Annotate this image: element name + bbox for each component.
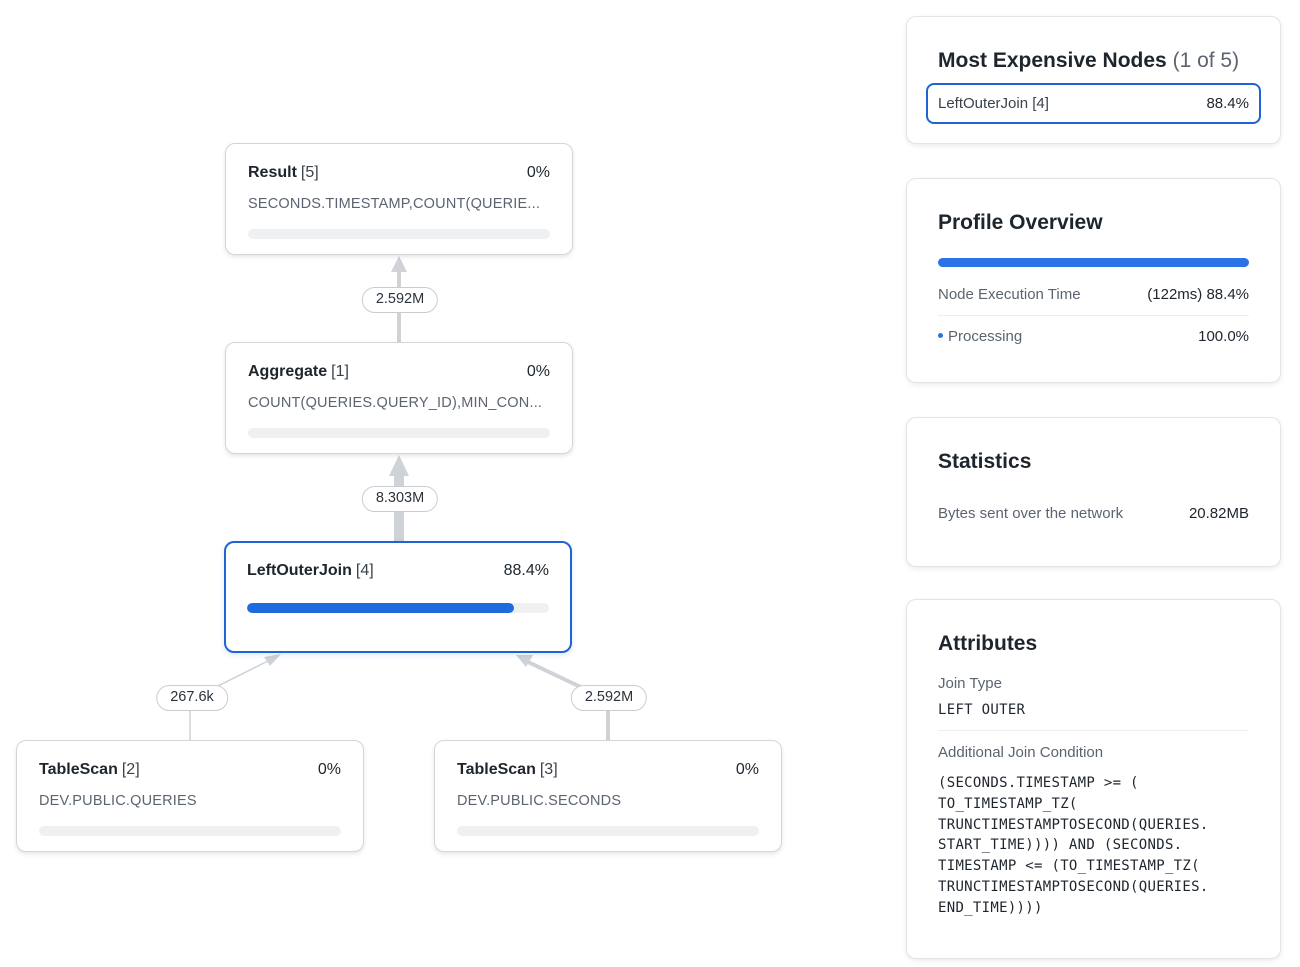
node-index: [5] xyxy=(300,164,319,181)
panel-title: Statistics xyxy=(938,450,1032,473)
join-condition-label: Additional Join Condition xyxy=(938,744,1104,761)
expensive-node-value: 88.4% xyxy=(1206,95,1249,112)
exec-value: (122ms) 88.4% xyxy=(1147,286,1249,303)
profile-overview-panel: Profile Overview Node Execution Time (12… xyxy=(906,178,1281,383)
node-header: Aggregate [1] 0% xyxy=(248,361,550,383)
processing-value: 100.0% xyxy=(1198,328,1249,345)
expensive-node-item[interactable]: LeftOuterJoin [4] 88.4% xyxy=(926,83,1261,124)
node-cost-bar xyxy=(39,826,341,836)
node-name: LeftOuterJoin xyxy=(247,562,352,579)
node-detail: DEV.PUBLIC.QUERIES xyxy=(39,793,197,809)
processing-dot-icon xyxy=(938,332,943,338)
processing-row: Processing 100.0% xyxy=(938,328,1249,345)
panel-title: Attributes xyxy=(938,632,1038,655)
exec-label: Node Execution Time xyxy=(938,286,1081,303)
expensive-count: (1 of 5) xyxy=(1172,49,1240,72)
node-tablescan-queries[interactable]: TableScan [2] 0% DEV.PUBLIC.QUERIES xyxy=(16,740,364,852)
expensive-node-label: LeftOuterJoin [4] xyxy=(938,95,1049,112)
edge-label-rows: 8.303M xyxy=(361,486,439,512)
node-percent: 0% xyxy=(317,761,341,778)
node-header: TableScan [2] 0% xyxy=(39,759,341,781)
bytes-value: 20.82MB xyxy=(1188,505,1249,522)
node-name: TableScan xyxy=(39,761,118,778)
node-percent: 88.4% xyxy=(503,562,549,579)
node-tablescan-seconds[interactable]: TableScan [3] 0% DEV.PUBLIC.SECONDS xyxy=(434,740,782,852)
bytes-label: Bytes sent over the network xyxy=(938,505,1124,522)
join-condition-value: (SECONDS.TIMESTAMP >= ( TO_TIMESTAMP_TZ(… xyxy=(938,775,1209,916)
node-detail: COUNT(QUERIES.QUERY_ID),MIN_CON... xyxy=(248,395,543,411)
node-index: [3] xyxy=(539,761,558,778)
attributes-panel: Attributes Join Type LEFT OUTER Addition… xyxy=(906,599,1281,959)
most-expensive-nodes-panel: Most Expensive Nodes (1 of 5) LeftOuterJ… xyxy=(906,16,1281,144)
node-cost-bar xyxy=(248,229,550,239)
edge-label-rows: 267.6k xyxy=(156,685,228,711)
panel-title: Profile Overview xyxy=(938,211,1103,234)
statistics-panel: Statistics Bytes sent over the network 2… xyxy=(906,417,1281,567)
node-cost-bar xyxy=(247,603,549,613)
query-profile-graph[interactable]: 2.592M 8.303M 267.6k 2.592M Result [5] 0%… xyxy=(0,0,880,967)
edge-arrow-scan2 xyxy=(264,654,281,666)
bytes-sent-row: Bytes sent over the network 20.82MB xyxy=(938,505,1249,522)
node-title: Aggregate [1] xyxy=(248,363,349,381)
node-percent: 0% xyxy=(526,363,550,380)
node-index: [1] xyxy=(331,363,349,380)
node-title: Result [5] xyxy=(248,164,319,182)
join-type-value: LEFT OUTER xyxy=(938,702,1249,731)
edge-label-rows: 2.592M xyxy=(570,685,648,711)
node-header: LeftOuterJoin [4] 88.4% xyxy=(247,560,549,582)
node-header: Result [5] 0% xyxy=(248,162,550,184)
node-left-outer-join[interactable]: LeftOuterJoin [4] 88.4% xyxy=(224,541,572,653)
node-percent: 0% xyxy=(735,761,759,778)
node-detail: SECONDS.TIMESTAMP,COUNT(QUERIE... xyxy=(248,196,541,212)
node-cost-bar xyxy=(457,826,759,836)
processing-label-wrap: Processing xyxy=(938,328,1022,345)
node-index: [2] xyxy=(121,761,140,778)
node-result[interactable]: Result [5] 0% SECONDS.TIMESTAMP,COUNT(QUE… xyxy=(225,143,573,255)
edge-label-rows: 2.592M xyxy=(361,287,439,313)
node-title: TableScan [2] xyxy=(39,761,140,779)
panel-title-text: Most Expensive Nodes xyxy=(938,49,1167,72)
panel-title: Most Expensive Nodes (1 of 5) xyxy=(938,49,1249,73)
node-name: Result xyxy=(248,164,297,181)
node-name: TableScan xyxy=(457,761,536,778)
edge-arrow-aggregate xyxy=(389,455,409,476)
node-detail: DEV.PUBLIC.SECONDS xyxy=(457,793,622,809)
node-execution-time-row: Node Execution Time (122ms) 88.4% xyxy=(938,286,1249,316)
node-cost-bar xyxy=(248,428,550,438)
join-type-label: Join Type xyxy=(938,675,1002,692)
node-title: LeftOuterJoin [4] xyxy=(247,562,374,580)
overview-progress-bar xyxy=(938,258,1249,267)
node-percent: 0% xyxy=(526,164,550,181)
node-index: [4] xyxy=(355,562,374,579)
node-cost-fill xyxy=(247,603,514,613)
node-name: Aggregate xyxy=(248,363,328,380)
processing-label: Processing xyxy=(948,328,1023,345)
node-title: TableScan [3] xyxy=(457,761,558,779)
edge-arrow-result xyxy=(391,256,407,272)
node-header: TableScan [3] 0% xyxy=(457,759,759,781)
node-aggregate[interactable]: Aggregate [1] 0% COUNT(QUERIES.QUERY_ID),… xyxy=(225,342,573,454)
